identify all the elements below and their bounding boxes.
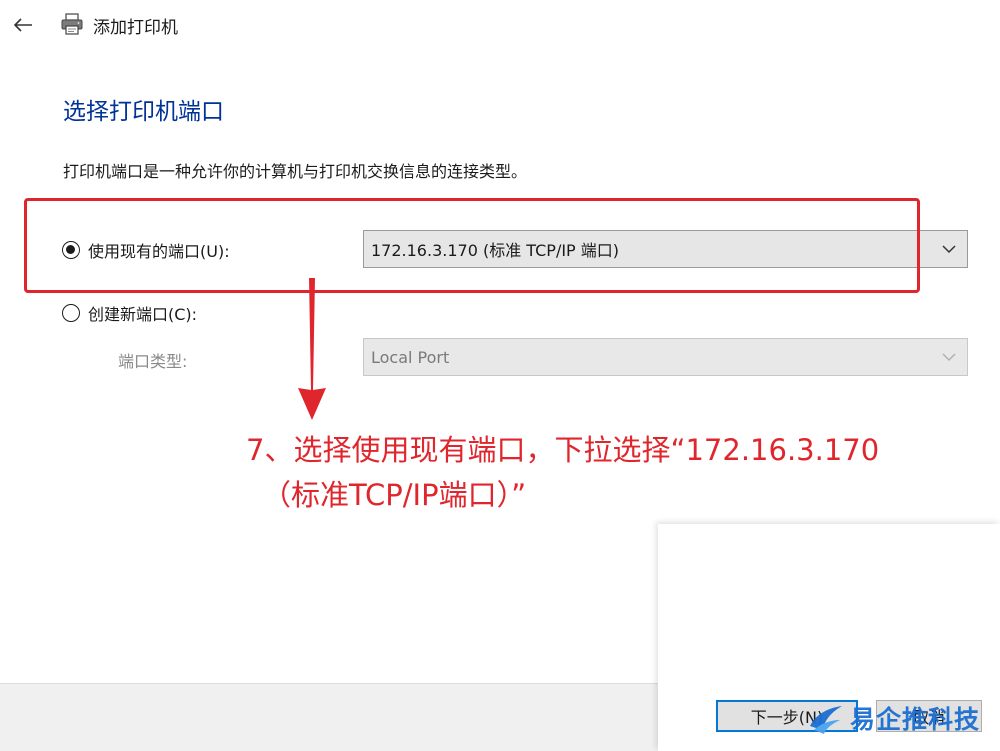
port-type-dropdown: Local Port (363, 338, 968, 376)
chevron-down-icon (942, 244, 956, 253)
page-heading: 选择打印机端口 (63, 99, 224, 125)
back-arrow-icon (13, 18, 32, 32)
highlight-box (24, 198, 920, 293)
title-bar: 添加打印机 (0, 0, 1000, 50)
port-type-chevron (931, 352, 967, 362)
annotation-text: 7、选择使用现有端口，下拉选择“172.16.3.170 （标准TCP/IP端口… (246, 428, 990, 518)
chevron-down-icon (942, 352, 956, 361)
page-description: 打印机端口是一种允许你的计算机与打印机交换信息的连接类型。 (63, 162, 528, 181)
watermark-text: 易企推科技 (850, 705, 981, 734)
window-title: 添加打印机 (93, 18, 178, 38)
add-printer-dialog: 添加打印机 选择打印机端口 打印机端口是一种允许你的计算机与打印机交换信息的连接… (0, 0, 1000, 751)
annotation-line-2: （标准TCP/IP端口）” (262, 478, 527, 512)
annotation-line-1: 7、选择使用现有端口，下拉选择“172.16.3.170 (246, 433, 880, 467)
red-arrow-icon (298, 278, 326, 420)
create-new-port-radio[interactable]: 创建新端口(C): (62, 301, 197, 325)
create-new-port-label: 创建新端口(C): (88, 305, 198, 324)
watermark: 易企推科技 (806, 700, 980, 736)
existing-port-chevron[interactable] (931, 244, 967, 254)
radio-indicator-unchecked[interactable] (62, 304, 80, 322)
watermark-logo-icon (810, 706, 842, 734)
printer-icon (61, 13, 83, 35)
back-button[interactable] (8, 10, 38, 40)
port-type-value: Local Port (371, 347, 450, 367)
port-type-label: 端口类型: (118, 352, 188, 371)
